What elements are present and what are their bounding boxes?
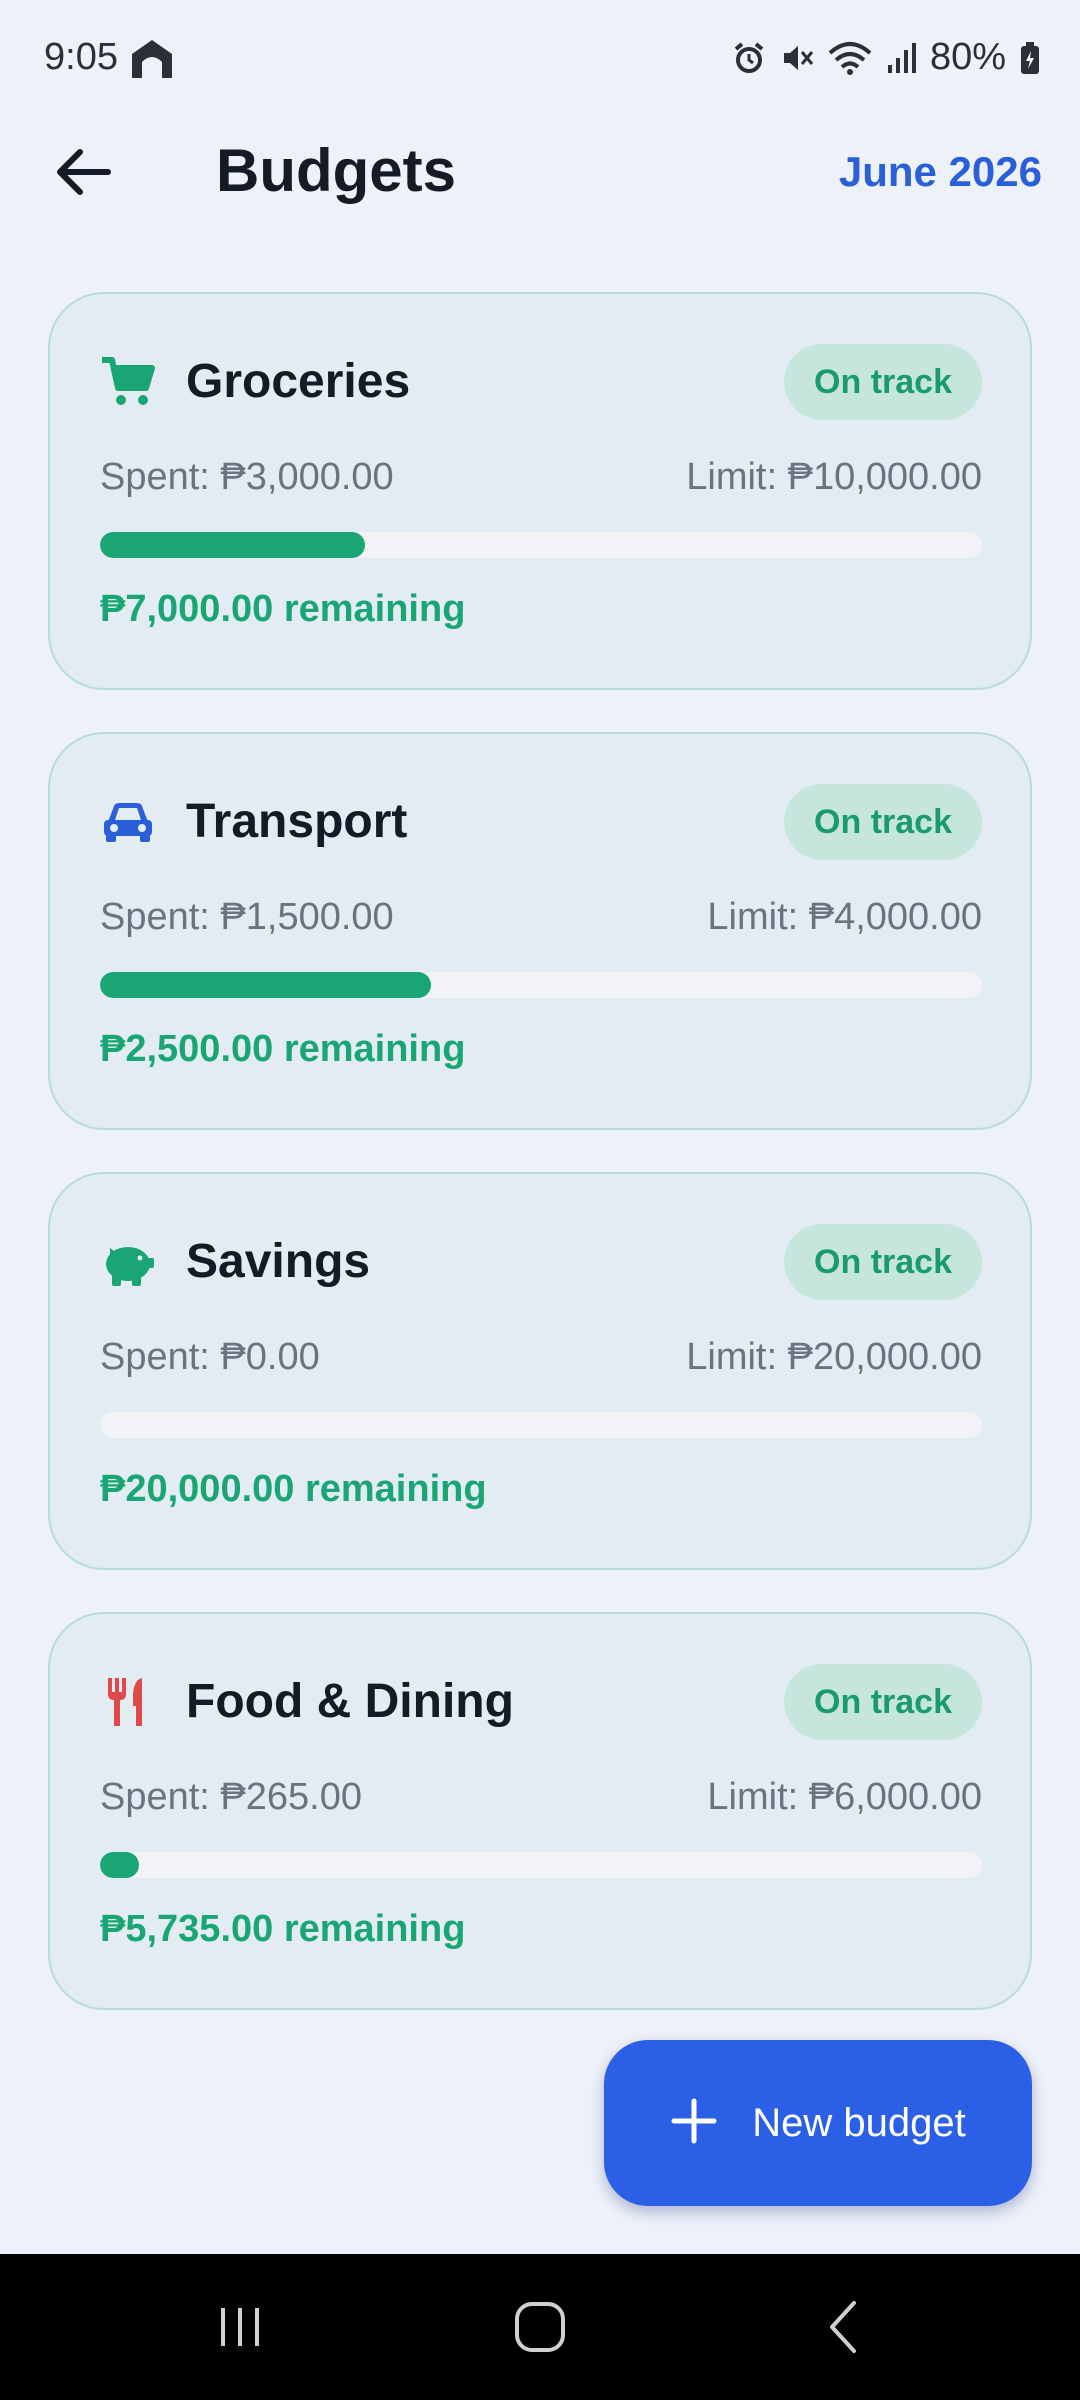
- recent-apps-icon: [215, 2302, 265, 2357]
- progress-fill: [100, 972, 431, 998]
- progress-bar: [100, 972, 982, 998]
- budget-card-groceries[interactable]: Groceries On track Spent: ₱3,000.00 Limi…: [48, 292, 1032, 690]
- arrow-left-icon: [56, 148, 112, 201]
- status-badge: On track: [784, 1224, 982, 1300]
- new-budget-label: New budget: [752, 2100, 966, 2145]
- mute-icon: [780, 41, 814, 75]
- budget-list: Groceries On track Spent: ₱3,000.00 Limi…: [48, 292, 1032, 2052]
- status-badge: On track: [784, 1664, 982, 1740]
- home-nav-icon: [512, 2299, 568, 2360]
- budget-name: Food & Dining: [186, 1675, 514, 1728]
- status-time: 9:05: [44, 36, 118, 78]
- signal-icon: [886, 41, 916, 75]
- limit-amount: Limit: ₱6,000.00: [707, 1776, 982, 1818]
- status-badge: On track: [784, 784, 982, 860]
- spent-amount: Spent: ₱0.00: [100, 1336, 320, 1378]
- limit-amount: Limit: ₱10,000.00: [686, 456, 982, 498]
- home-icon: [130, 38, 174, 80]
- budget-card-food-dining[interactable]: Food & Dining On track Spent: ₱265.00 Li…: [48, 1612, 1032, 2010]
- back-button[interactable]: [44, 134, 124, 214]
- spent-amount: Spent: ₱265.00: [100, 1776, 362, 1818]
- limit-amount: Limit: ₱20,000.00: [686, 1336, 982, 1378]
- system-nav-bar: [0, 2254, 1080, 2400]
- car-icon: [100, 794, 156, 850]
- remaining-amount: ₱7,000.00 remaining: [100, 588, 466, 630]
- back-nav-icon: [824, 2299, 864, 2360]
- alarm-icon: [732, 41, 766, 75]
- cart-icon: [100, 354, 156, 410]
- progress-fill: [100, 532, 365, 558]
- back-nav-button[interactable]: [804, 2294, 884, 2364]
- limit-amount: Limit: ₱4,000.00: [707, 896, 982, 938]
- budget-card-transport[interactable]: Transport On track Spent: ₱1,500.00 Limi…: [48, 732, 1032, 1130]
- app-header: Budgets June 2026: [0, 120, 1080, 230]
- budget-card-savings[interactable]: Savings On track Spent: ₱0.00 Limit: ₱20…: [48, 1172, 1032, 1570]
- remaining-amount: ₱5,735.00 remaining: [100, 1908, 466, 1950]
- fork-knife-icon: [100, 1674, 156, 1730]
- progress-bar: [100, 1412, 982, 1438]
- status-badge: On track: [784, 344, 982, 420]
- progress-bar: [100, 1852, 982, 1878]
- status-bar: 9:05 80%: [0, 0, 1080, 120]
- month-selector[interactable]: June 2026: [839, 148, 1042, 196]
- piggy-bank-icon: [100, 1234, 156, 1290]
- remaining-amount: ₱20,000.00 remaining: [100, 1468, 487, 1510]
- progress-bar: [100, 532, 982, 558]
- recent-apps-button[interactable]: [200, 2294, 280, 2364]
- wifi-icon: [828, 41, 872, 75]
- home-nav-button[interactable]: [500, 2294, 580, 2364]
- budget-name: Transport: [186, 795, 408, 848]
- remaining-amount: ₱2,500.00 remaining: [100, 1028, 466, 1070]
- battery-icon: [1020, 41, 1040, 75]
- spent-amount: Spent: ₱3,000.00: [100, 456, 394, 498]
- battery-percent: 80%: [929, 36, 1006, 78]
- progress-fill: [100, 1852, 139, 1878]
- budget-name: Groceries: [186, 355, 411, 408]
- plus-icon: [670, 2097, 718, 2150]
- status-icons: 80%: [732, 36, 1040, 79]
- budget-name: Savings: [186, 1235, 371, 1288]
- new-budget-button[interactable]: New budget: [604, 2040, 1032, 2206]
- page-title: Budgets: [216, 137, 456, 204]
- spent-amount: Spent: ₱1,500.00: [100, 896, 394, 938]
